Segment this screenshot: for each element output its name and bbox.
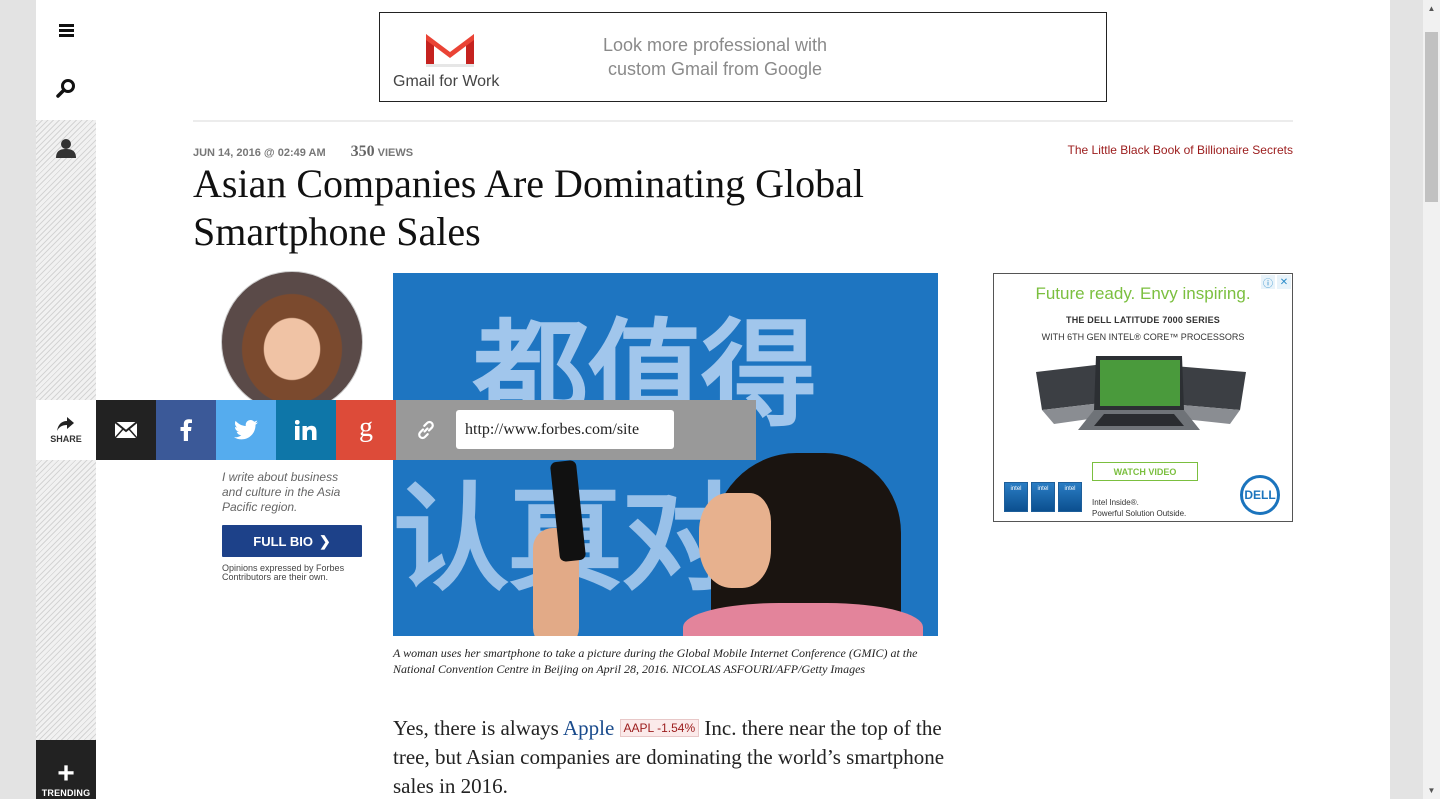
share-label: SHARE [50,433,82,444]
scroll-up-icon[interactable]: ▲ [1423,0,1440,17]
gmail-banner-ad[interactable]: Gmail for Work Look more professional wi… [379,12,1107,102]
google-plus-share-button[interactable]: g [336,400,396,460]
laptops-image [1036,356,1246,430]
chevron-right-icon: ❯ [318,532,331,549]
search-button[interactable] [36,70,96,106]
article-headline: Asian Companies Are Dominating Global Sm… [193,161,865,254]
email-share-button[interactable] [96,400,156,460]
author-bio: I write about business and culture in th… [222,470,341,514]
trending-label: TRENDING [41,788,91,798]
views-count: 350 [350,143,375,160]
photo-caption: A woman uses her smartphone to take a pi… [393,646,918,676]
body-text-start: Yes, there is always [393,716,563,740]
stock-ticker[interactable]: AAPL -1.54% [619,719,700,737]
share-url-wrap [456,400,756,460]
share-url-input[interactable] [456,410,674,449]
share-bar: SHARE g [36,400,756,460]
intel-badges: intel intel intel [1004,482,1082,512]
plus-icon: + [57,757,75,790]
article-body: Yes, there is always Apple AAPL -1.54% I… [393,714,953,799]
author-avatar[interactable] [221,271,363,413]
gmail-logo-icon [424,30,476,68]
link-icon [418,420,434,440]
ad-choices: ⓘ ✕ [1261,275,1291,290]
ad-subline-1: THE DELL LATITUDE 7000 SERIES [1066,315,1220,325]
publish-date: JUN 14, 2016 @ 02:49 AM [193,147,326,159]
adchoices-icon[interactable]: ⓘ [1261,275,1275,290]
intel-badge-icon: intel [1058,482,1082,512]
scrollbar-thumb[interactable] [1425,32,1438,202]
intel-badge-icon: intel [1004,482,1028,512]
ad-subline-2: WITH 6TH GEN INTEL® CORE™ PROCESSORS [1041,332,1245,342]
ad-brand: Gmail for Work [393,73,500,90]
photo-shirt [683,603,923,636]
copy-link-button[interactable] [396,400,456,460]
trending-button[interactable]: + TRENDING [36,740,96,799]
facebook-share-button[interactable] [156,400,216,460]
twitter-share-button[interactable] [216,400,276,460]
hamburger-icon [58,23,74,37]
dell-logo: DELL [1240,475,1280,515]
apple-link[interactable]: Apple [563,716,614,740]
page: + TRENDING Gmail for Work Look more prof… [36,0,1390,799]
menu-button[interactable] [36,12,96,48]
intel-badge-icon: intel [1031,482,1055,512]
full-bio-button[interactable]: FULL BIO ❯ [222,525,362,557]
linkedin-icon [295,420,317,440]
author-disclaimer: Opinions expressed by Forbes Contributor… [222,563,345,582]
promo-link[interactable]: The Little Black Book of Billionaire Sec… [1068,143,1293,157]
facebook-icon [180,419,192,441]
close-icon[interactable]: ✕ [1277,275,1291,289]
linkedin-share-button[interactable] [276,400,336,460]
photo-face [699,493,771,588]
watch-video-button[interactable]: WATCH VIDEO [1092,462,1198,481]
ad-headline: Future ready. Envy inspiring. [1035,284,1251,303]
email-icon [115,422,137,438]
article-meta: JUN 14, 2016 @ 02:49 AM 350 VIEWS [193,143,413,161]
twitter-icon [234,420,258,440]
profile-button[interactable] [36,130,96,166]
dell-side-ad[interactable]: Future ready. Envy inspiring. THE DELL L… [993,273,1293,522]
ad-intel-line-2: Powerful Solution Outside. [1092,509,1187,518]
divider [193,120,1293,122]
ad-copy: Look more professional with custom Gmail… [602,35,828,79]
scroll-down-icon[interactable]: ▼ [1423,782,1440,799]
page-scrollbar[interactable]: ▲ ▼ [1423,0,1440,799]
share-toggle[interactable]: SHARE [36,400,96,460]
share-arrow-icon [57,416,74,431]
user-icon [56,139,76,158]
search-icon [56,79,75,98]
google-plus-icon: g [359,412,373,443]
views-label: VIEWS [377,147,414,159]
ad-intel-line-1: Intel Inside®. [1092,498,1139,507]
full-bio-label: FULL BIO [253,533,313,549]
